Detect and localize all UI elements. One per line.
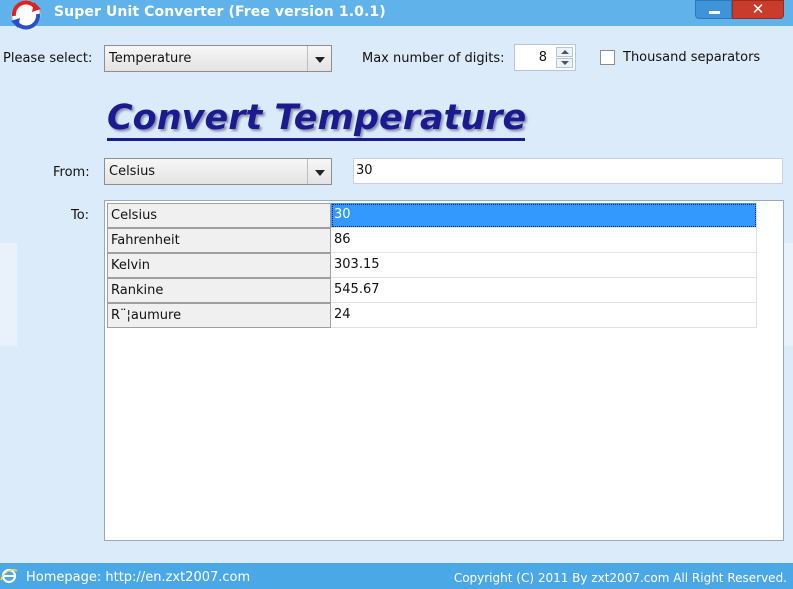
unit-cell: Rankine xyxy=(107,278,331,303)
unit-cell: R¨¦aumure xyxy=(107,303,331,328)
right-edge-panel xyxy=(783,243,793,346)
unit-value: 86 xyxy=(334,232,351,247)
table-row[interactable]: Kelvin 303.15 xyxy=(107,253,757,278)
results-grid[interactable]: Celsius 30 Fahrenheit 86 Kelvin 303.15 R… xyxy=(104,200,784,541)
category-dropdown-button[interactable] xyxy=(307,46,331,71)
close-button[interactable]: ✕ xyxy=(732,0,784,19)
value-cell[interactable]: 303.15 xyxy=(331,253,757,278)
unit-name: Kelvin xyxy=(111,258,151,273)
thousand-separators-checkbox[interactable] xyxy=(600,50,615,65)
unit-value: 30 xyxy=(334,207,351,222)
category-select[interactable]: Temperature xyxy=(104,45,332,72)
from-unit-value: Celsius xyxy=(109,164,156,179)
unit-name: Fahrenheit xyxy=(111,233,180,248)
unit-name: Celsius xyxy=(111,208,158,223)
increment-button[interactable] xyxy=(556,47,573,57)
copyright-text: Copyright (C) 2011 By zxt2007.com All Ri… xyxy=(453,571,787,585)
max-digits-stepper[interactable]: 8 xyxy=(514,44,576,71)
from-unit-select[interactable]: Celsius xyxy=(104,158,332,185)
app-logo-icon xyxy=(11,0,41,30)
decrement-button[interactable] xyxy=(556,58,573,68)
minimize-icon xyxy=(709,11,720,14)
arrow-up-icon xyxy=(561,50,569,54)
thousand-separators-label[interactable]: Thousand separators xyxy=(623,50,760,65)
unit-value: 303.15 xyxy=(334,257,380,272)
please-select-label: Please select: xyxy=(3,51,93,66)
table-row[interactable]: Fahrenheit 86 xyxy=(107,228,757,253)
value-cell[interactable]: 86 xyxy=(331,228,757,253)
unit-name: Rankine xyxy=(111,283,164,298)
value-cell[interactable]: 545.67 xyxy=(331,278,757,303)
unit-cell: Celsius xyxy=(107,203,331,228)
to-label: To: xyxy=(71,208,90,223)
heading-underline xyxy=(107,138,525,141)
homepage-link[interactable]: Homepage: http://en.zxt2007.com xyxy=(26,570,250,585)
unit-value: 545.67 xyxy=(334,282,380,297)
max-digits-label: Max number of digits: xyxy=(362,51,505,66)
minimize-button[interactable] xyxy=(695,0,732,19)
value-cell[interactable]: 24 xyxy=(331,303,757,328)
left-edge-panel xyxy=(0,243,17,346)
unit-cell: Kelvin xyxy=(107,253,331,278)
unit-cell: Fahrenheit xyxy=(107,228,331,253)
unit-value: 24 xyxy=(334,307,351,322)
table-row[interactable]: R¨¦aumure 24 xyxy=(107,303,757,328)
internet-explorer-icon[interactable] xyxy=(0,566,18,586)
max-digits-value: 8 xyxy=(538,50,547,65)
page-heading: Convert Temperature xyxy=(107,98,527,138)
from-unit-dropdown-button[interactable] xyxy=(307,159,331,184)
table-row[interactable]: Rankine 545.67 xyxy=(107,278,757,303)
unit-name: R¨¦aumure xyxy=(111,308,182,323)
table-row[interactable]: Celsius 30 xyxy=(107,203,757,228)
chevron-down-icon xyxy=(315,170,325,176)
category-select-value: Temperature xyxy=(109,51,192,66)
from-value-input[interactable]: 30 xyxy=(353,158,783,184)
window-title: Super Unit Converter (Free version 1.0.1… xyxy=(54,4,386,20)
from-value-text: 30 xyxy=(356,163,373,178)
arrow-down-icon xyxy=(561,61,569,65)
chevron-down-icon xyxy=(315,57,325,63)
value-cell[interactable]: 30 xyxy=(331,203,757,228)
from-label: From: xyxy=(53,165,90,180)
